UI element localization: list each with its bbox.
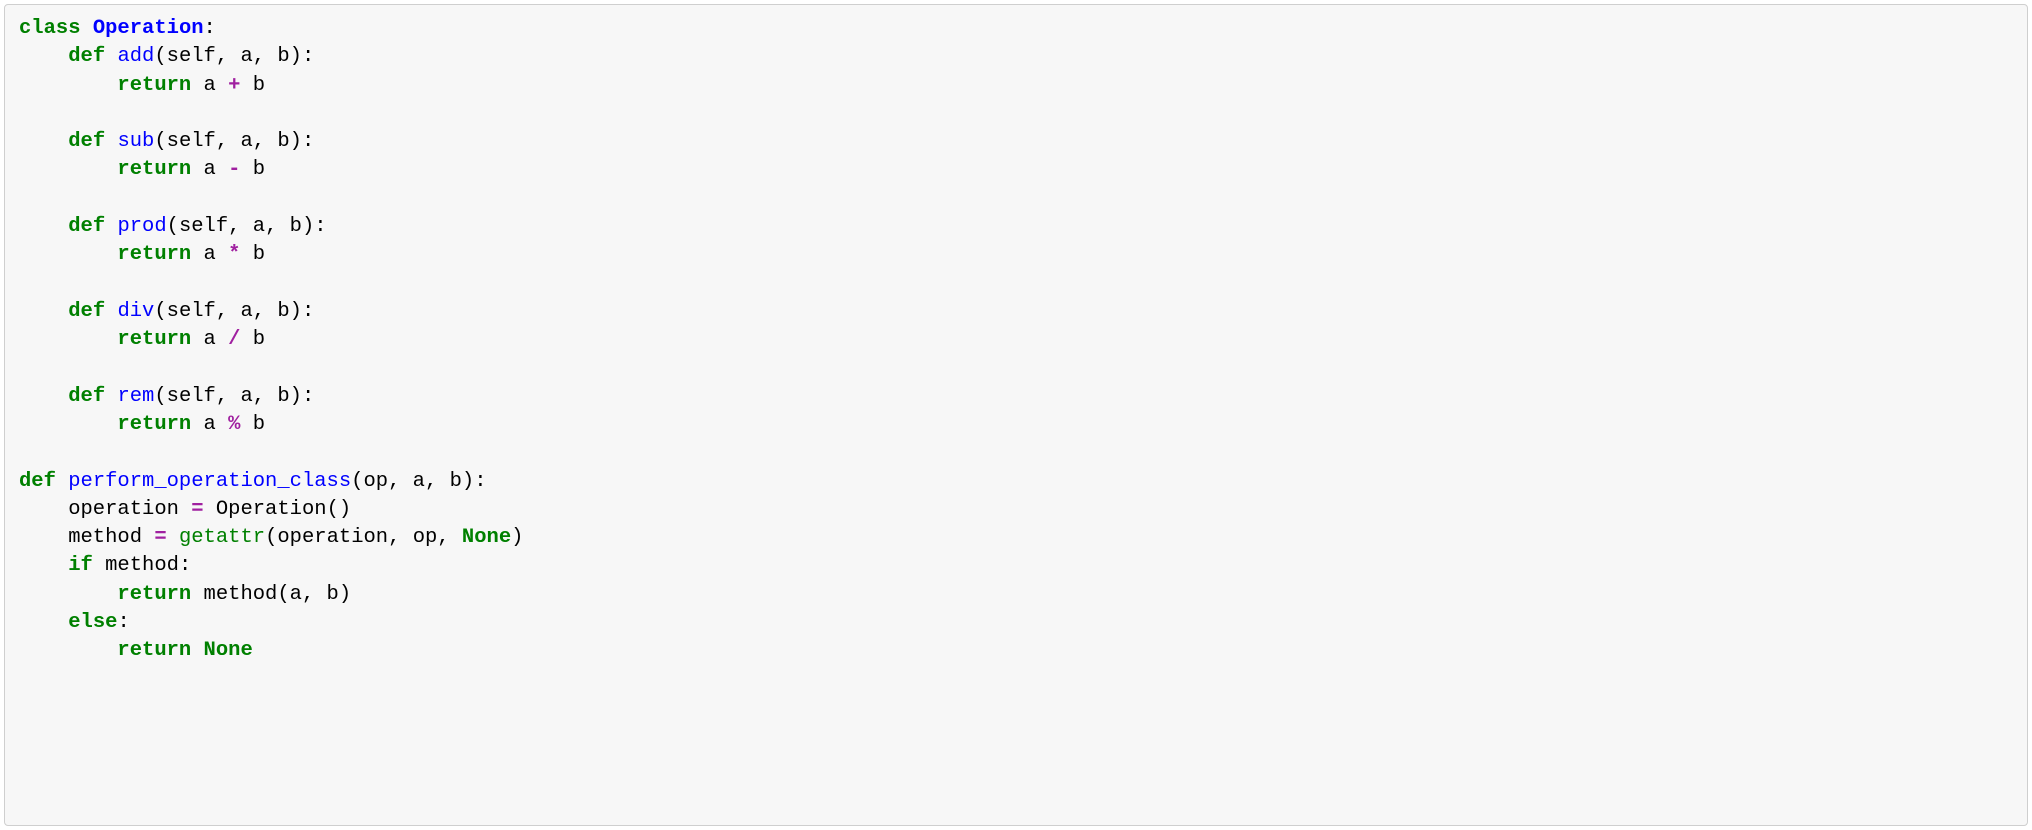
code-token: class <box>19 17 81 40</box>
code-token: b <box>240 413 265 436</box>
code-token: ) <box>511 526 523 549</box>
code-token: else <box>68 611 117 634</box>
code-token: : <box>117 611 129 634</box>
code-token: operation <box>19 498 191 521</box>
code-token: (self, a, b): <box>154 385 314 408</box>
code-token: return <box>117 639 191 662</box>
code-token: return <box>117 328 191 351</box>
code-token: = <box>191 498 203 521</box>
code-token: return <box>117 583 191 606</box>
code-token: a <box>191 328 228 351</box>
code-token: / <box>228 328 240 351</box>
code-token <box>81 17 93 40</box>
code-token: prod <box>117 215 166 238</box>
code-token: b <box>240 328 265 351</box>
code-token: a <box>191 158 228 181</box>
code-token <box>19 158 117 181</box>
code-token: Operation() <box>204 498 352 521</box>
code-content: class Operation: def add(self, a, b): re… <box>19 15 2013 665</box>
code-token: return <box>117 243 191 266</box>
code-token: return <box>117 74 191 97</box>
code-token: None <box>462 526 511 549</box>
code-token: b <box>240 243 265 266</box>
code-token <box>19 130 68 153</box>
code-token <box>19 300 68 323</box>
code-token <box>19 554 68 577</box>
code-token: method <box>19 526 154 549</box>
code-token: sub <box>117 130 154 153</box>
code-token: a <box>191 74 228 97</box>
code-token: : <box>204 17 216 40</box>
code-token <box>19 74 117 97</box>
code-token: if <box>68 554 93 577</box>
code-token: def <box>68 45 105 68</box>
code-token: getattr <box>179 526 265 549</box>
code-token: rem <box>117 385 154 408</box>
code-token: return <box>117 158 191 181</box>
code-token: Operation <box>93 17 204 40</box>
code-token <box>191 639 203 662</box>
code-token: b <box>240 158 265 181</box>
code-token <box>19 215 68 238</box>
code-token <box>19 639 117 662</box>
code-token: method(a, b) <box>191 583 351 606</box>
code-token <box>19 413 117 436</box>
code-token: div <box>117 300 154 323</box>
code-block: class Operation: def add(self, a, b): re… <box>4 4 2028 826</box>
code-token: b <box>240 74 265 97</box>
code-token <box>19 385 68 408</box>
code-token: perform_operation_class <box>68 470 351 493</box>
code-token <box>19 328 117 351</box>
code-token: = <box>154 526 166 549</box>
code-token: (self, a, b): <box>154 45 314 68</box>
code-token: a <box>191 243 228 266</box>
code-token: add <box>117 45 154 68</box>
code-token <box>56 470 68 493</box>
code-token: def <box>68 385 105 408</box>
code-token: def <box>68 215 105 238</box>
code-token: - <box>228 158 240 181</box>
code-token: * <box>228 243 240 266</box>
code-token: (self, a, b): <box>154 300 314 323</box>
code-token: def <box>19 470 56 493</box>
code-token <box>167 526 179 549</box>
code-token: (operation, op, <box>265 526 462 549</box>
code-token: None <box>204 639 253 662</box>
code-token <box>105 45 117 68</box>
code-token <box>19 611 68 634</box>
code-token: (op, a, b): <box>351 470 486 493</box>
code-token <box>19 243 117 266</box>
code-token: a <box>191 413 228 436</box>
code-token: def <box>68 300 105 323</box>
code-token: (self, a, b): <box>167 215 327 238</box>
code-token: def <box>68 130 105 153</box>
code-token <box>105 385 117 408</box>
code-token: % <box>228 413 240 436</box>
code-token <box>105 300 117 323</box>
code-token: + <box>228 74 240 97</box>
code-token <box>19 583 117 606</box>
code-token: return <box>117 413 191 436</box>
code-token <box>105 130 117 153</box>
code-token: (self, a, b): <box>154 130 314 153</box>
code-token <box>105 215 117 238</box>
code-token <box>19 45 68 68</box>
code-token: method: <box>93 554 191 577</box>
